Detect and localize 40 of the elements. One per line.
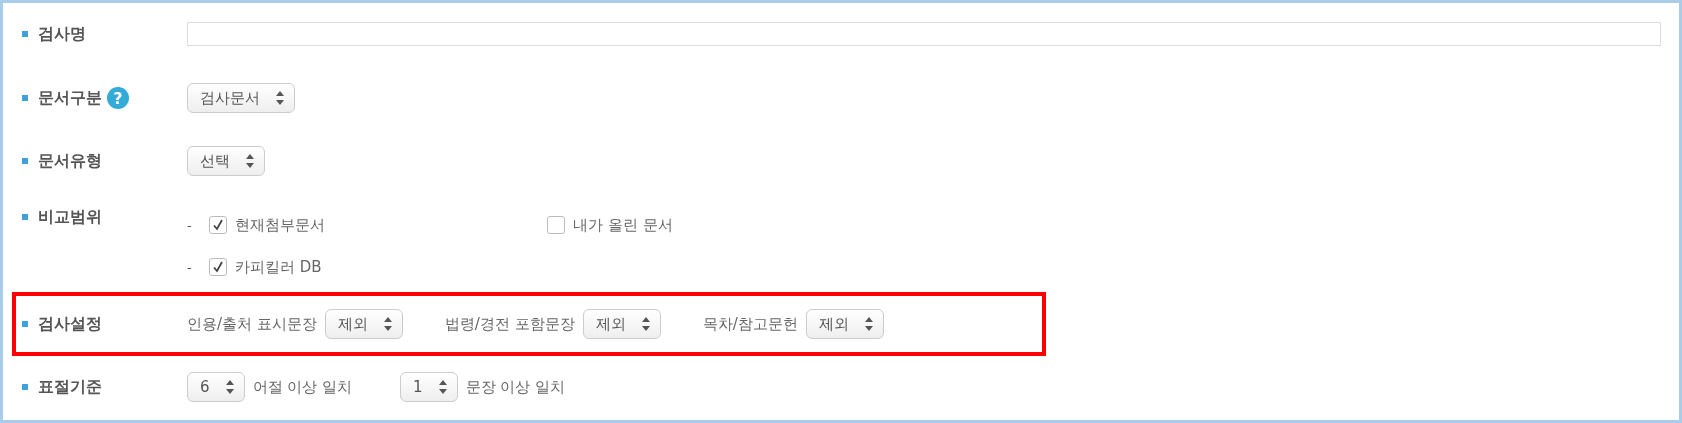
updown-arrow-icon <box>383 317 392 331</box>
bullet-icon <box>22 384 28 390</box>
field-label: 표절기준 <box>38 376 102 398</box>
dash: - <box>187 259 193 275</box>
checkbox-label: 내가 올린 문서 <box>573 215 673 235</box>
select-box[interactable]: 제외 <box>805 309 884 339</box>
bullet-icon <box>22 95 28 101</box>
checkbox[interactable] <box>209 216 227 234</box>
updown-arrow-icon <box>276 91 284 105</box>
updown-arrow-icon <box>438 380 447 394</box>
bullet-icon <box>22 31 28 37</box>
setting-label: 법령/경전 포함문장 <box>444 314 575 334</box>
updown-arrow-icon <box>246 154 254 168</box>
checkbox[interactable] <box>547 216 565 234</box>
criteria-text: 어절 이상 일치 <box>252 377 353 397</box>
setting-label: 인용/출처 표시문장 <box>187 314 317 334</box>
checkbox-label: 카피킬러 DB <box>235 257 322 277</box>
bullet-icon <box>22 158 28 164</box>
field-label: 검사설정 <box>38 313 102 335</box>
select-box[interactable]: 1 <box>400 372 458 402</box>
field-label: 문서유형 <box>38 150 102 172</box>
updown-arrow-icon <box>225 380 234 394</box>
criteria-text: 문장 이상 일치 <box>465 377 566 397</box>
dash: - <box>187 217 193 233</box>
select-box[interactable]: 6 <box>187 372 245 402</box>
select-box[interactable]: 선택 <box>187 146 265 176</box>
input-field[interactable] <box>187 22 1661 46</box>
bullet-icon <box>22 321 28 327</box>
field-label: 문서구분 <box>38 87 102 109</box>
setting-label: 목차/참고문헌 <box>702 314 798 334</box>
checkbox[interactable] <box>209 258 227 276</box>
field-label: 비교범위 <box>38 206 102 228</box>
checkbox-label: 현재첨부문서 <box>235 215 325 235</box>
select-box[interactable]: 제외 <box>324 309 403 339</box>
select-box[interactable]: 제외 <box>582 309 661 339</box>
updown-arrow-icon <box>864 317 873 331</box>
bullet-icon <box>22 214 28 220</box>
field-label: 검사명 <box>38 23 86 45</box>
select-box[interactable]: 검사문서 <box>187 83 295 113</box>
updown-arrow-icon <box>641 317 650 331</box>
